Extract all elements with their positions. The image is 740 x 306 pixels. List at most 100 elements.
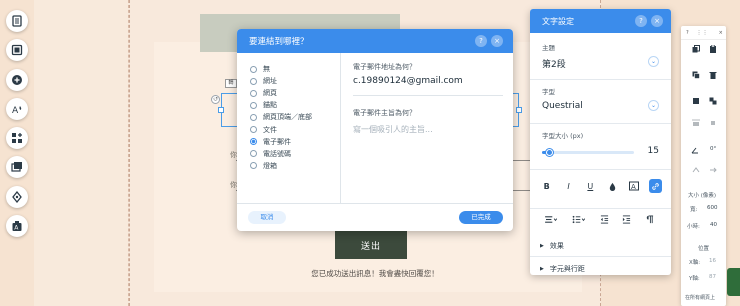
radio-icon[interactable]: [250, 162, 257, 170]
close-icon[interactable]: ×: [651, 15, 663, 27]
bring-forward-icon[interactable]: [692, 97, 700, 105]
spacing-label: 字元與行距: [549, 265, 585, 273]
width-label: 寬:: [690, 207, 698, 213]
rotate-value[interactable]: 0°: [710, 146, 716, 152]
link-option-none[interactable]: 無: [237, 63, 340, 75]
radio-icon[interactable]: [250, 65, 257, 73]
link-option-label: 燈箱: [263, 161, 277, 170]
align-top-icon[interactable]: [692, 119, 700, 127]
italic-button[interactable]: I: [562, 179, 575, 193]
format-toolbar: B I U A: [530, 176, 671, 196]
bullet-list-icon[interactable]: [569, 213, 589, 227]
spacing-section[interactable]: ▶ 字元與行距: [530, 259, 671, 275]
paste-icon[interactable]: [709, 45, 717, 53]
theme-selector[interactable]: 主題 第2段 ⌄: [530, 42, 671, 80]
form-field-label: 你: [230, 151, 237, 159]
text-direction-icon[interactable]: [642, 213, 656, 227]
link-icon[interactable]: [649, 179, 663, 193]
done-button[interactable]: 已完成: [459, 211, 503, 224]
indent-increase-icon[interactable]: [620, 213, 634, 227]
x-label: X軸:: [689, 260, 701, 266]
design-icon[interactable]: A: [6, 97, 28, 120]
font-size-slider[interactable]: [542, 149, 634, 156]
y-value[interactable]: 87: [709, 274, 716, 280]
x-value[interactable]: 16: [709, 258, 716, 264]
radio-icon[interactable]: [250, 126, 257, 134]
svg-text:A: A: [12, 106, 19, 115]
assistant-icon[interactable]: A: [6, 215, 28, 238]
email-link-form: 電子郵件地址為何？ c.19890124@gmail.com 電子郵件主旨為何？…: [353, 62, 503, 135]
radio-icon[interactable]: [250, 89, 257, 97]
send-backward-icon[interactable]: [709, 97, 717, 105]
email-address-input[interactable]: c.19890124@gmail.com: [353, 76, 503, 96]
form-field-label: 你: [230, 181, 237, 189]
flip-icon[interactable]: [692, 166, 700, 174]
height-value[interactable]: 40: [710, 222, 717, 228]
align-icon[interactable]: [540, 213, 560, 227]
copy-icon[interactable]: [692, 45, 700, 53]
radio-icon[interactable]: [250, 77, 257, 85]
slider-handle[interactable]: [546, 149, 554, 156]
help-icon[interactable]: ?: [475, 35, 487, 47]
chat-tab[interactable]: [727, 268, 740, 296]
radio-icon[interactable]: [250, 113, 257, 121]
highlight-icon[interactable]: A: [627, 179, 640, 193]
rotate-icon[interactable]: ↺: [211, 95, 220, 104]
link-option-lightbox[interactable]: 燈箱: [237, 160, 340, 172]
link-option-url[interactable]: 網址: [237, 75, 340, 87]
resize-handle[interactable]: [516, 107, 522, 113]
indent-decrease-icon[interactable]: [597, 213, 611, 227]
link-option-phone[interactable]: 電話號碼: [237, 148, 340, 160]
link-option-anchor[interactable]: 錨點: [237, 99, 340, 111]
underline-button[interactable]: U: [584, 179, 597, 193]
font-selector[interactable]: 字型 Questrial ⌄: [530, 86, 671, 124]
link-option-top-bottom[interactable]: 網頁頂端／底部: [237, 111, 340, 123]
effects-section[interactable]: ▶ 效果: [530, 236, 671, 257]
send-button[interactable]: 送出: [335, 231, 407, 259]
bold-button[interactable]: B: [540, 179, 553, 193]
link-dialog: 要連結到哪裡？ ? × 無 網址 網頁 錨點 網頁頂端／底部 文件 電子郵件 電…: [237, 29, 513, 231]
stretch-icon[interactable]: [709, 166, 717, 174]
font-size-label: 字型大小 (px): [542, 132, 584, 140]
media-icon[interactable]: [6, 156, 28, 179]
arrange-panel: ? ⋮⋮ × 0° 大小 (像素) 寬: 600 小時: 40 位置 X軸: 1…: [681, 26, 726, 306]
font-size-value[interactable]: 15: [648, 146, 659, 156]
font-size-control: 字型大小 (px) 15: [530, 130, 671, 170]
link-option-label: 電子郵件: [263, 137, 291, 146]
apps-icon[interactable]: [6, 127, 28, 150]
left-toolbar: A A: [4, 10, 30, 244]
pages-icon[interactable]: [6, 10, 28, 32]
link-option-label: 網頁: [263, 89, 277, 98]
trash-icon[interactable]: [709, 71, 717, 79]
close-icon[interactable]: ×: [491, 35, 503, 47]
rotate-angle-icon[interactable]: [691, 146, 699, 154]
position-label: 位置: [698, 246, 710, 252]
drag-handle-icon[interactable]: ⋮⋮: [697, 30, 709, 36]
radio-selected-icon[interactable]: [250, 138, 257, 146]
success-message: 您已成功送出訊息！我會盡快回覆您！: [311, 269, 439, 278]
add-icon[interactable]: [6, 68, 28, 91]
link-option-email[interactable]: 電子郵件: [237, 136, 340, 148]
chevron-down-icon[interactable]: ⌄: [648, 56, 659, 67]
help-icon[interactable]: ?: [635, 15, 647, 27]
help-icon[interactable]: ?: [686, 30, 689, 36]
radio-icon[interactable]: [250, 101, 257, 109]
chevron-down-icon[interactable]: ⌄: [648, 100, 659, 111]
email-subject-input[interactable]: 寫一個吸引人的主旨...: [353, 124, 503, 135]
resize-handle[interactable]: [218, 107, 224, 113]
theme-label: 主題: [542, 44, 555, 52]
link-option-label: 網頁頂端／底部: [263, 113, 312, 122]
pin-all-pages-label[interactable]: 在所有網頁上: [685, 294, 715, 301]
link-option-page[interactable]: 網頁: [237, 87, 340, 99]
distribute-icon[interactable]: [709, 119, 717, 127]
radio-icon[interactable]: [250, 150, 257, 158]
link-option-document[interactable]: 文件: [237, 123, 340, 135]
cancel-button[interactable]: 取消: [248, 211, 286, 224]
duplicate-icon[interactable]: [692, 71, 700, 79]
text-color-icon[interactable]: [605, 179, 618, 193]
width-value[interactable]: 600: [707, 205, 718, 211]
effects-label: 效果: [549, 242, 564, 250]
blog-icon[interactable]: [6, 185, 28, 208]
close-icon[interactable]: ×: [719, 30, 723, 36]
sections-icon[interactable]: [6, 39, 28, 62]
